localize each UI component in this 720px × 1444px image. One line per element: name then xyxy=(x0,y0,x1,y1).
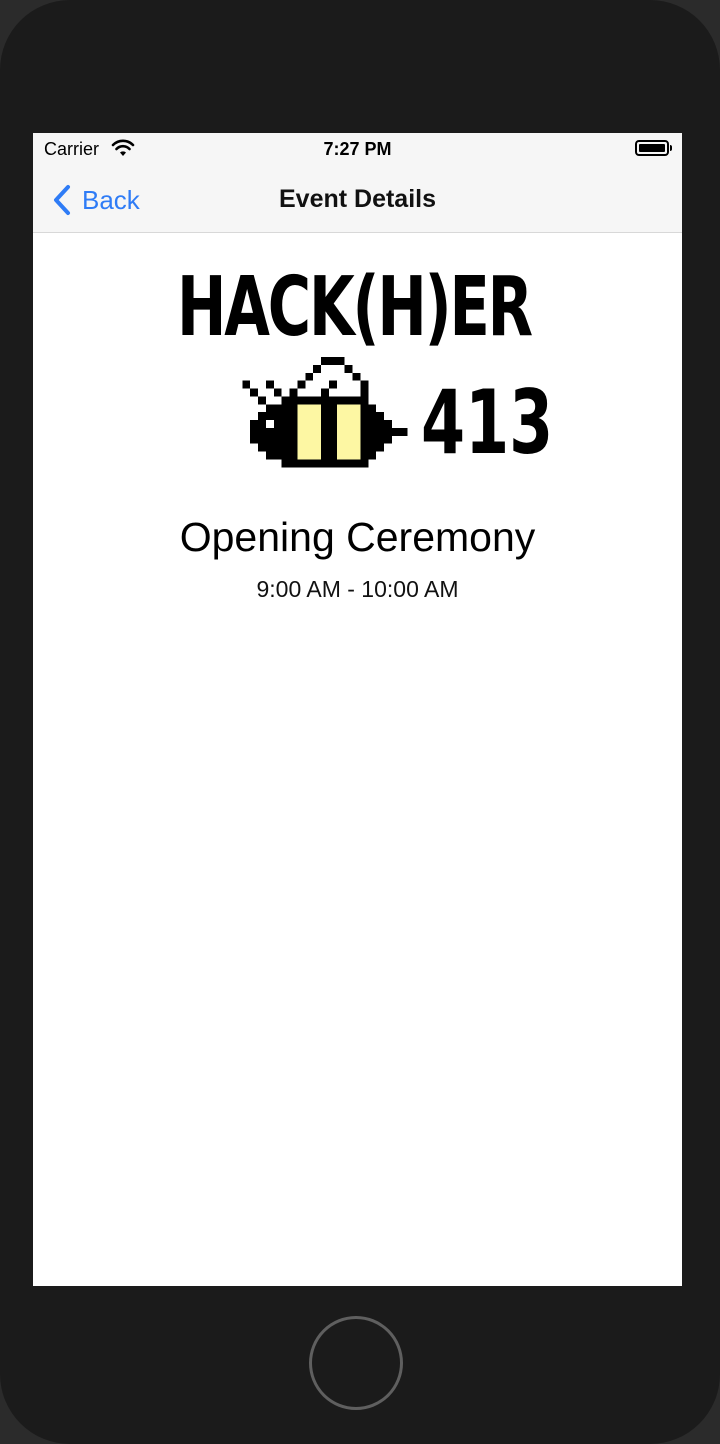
bee-icon xyxy=(242,357,408,468)
status-bar: Carrier 7:27 PM xyxy=(33,133,682,167)
home-button[interactable] xyxy=(309,1316,403,1410)
battery-icon xyxy=(635,140,669,156)
navigation-bar: Back Event Details xyxy=(33,167,682,233)
event-time: 9:00 AM - 10:00 AM xyxy=(256,576,459,602)
app-screen: Carrier 7:27 PM Back Event Details HACK(… xyxy=(33,133,682,1286)
device-frame: Carrier 7:27 PM Back Event Details HACK(… xyxy=(0,0,720,1444)
status-time: 7:27 PM xyxy=(323,139,392,159)
logo-number: 413 xyxy=(421,371,554,474)
event-title: Opening Ceremony xyxy=(179,514,536,560)
logo-title: HACK(H)ER xyxy=(177,260,533,355)
battery-level xyxy=(639,144,665,152)
event-logo: HACK(H)ER 413 xyxy=(173,263,563,483)
nav-title: Event Details xyxy=(278,185,436,213)
